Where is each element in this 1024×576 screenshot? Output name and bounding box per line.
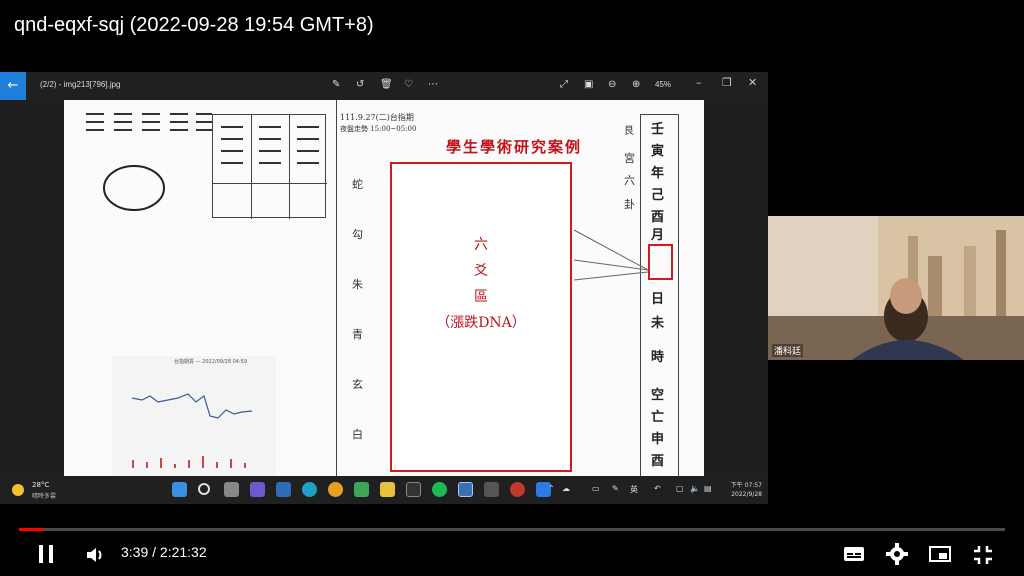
- speaker-icon[interactable]: 🔈: [690, 484, 700, 493]
- mail-icon[interactable]: [276, 482, 291, 497]
- hexagram-table: [212, 114, 327, 219]
- document-image: 111.9.27(二)台指期 夜盤走勢 15:00~05:00 學生學術研究案例…: [64, 100, 704, 476]
- palace-mark: 艮: [624, 126, 634, 137]
- date-char: 寅: [651, 144, 665, 159]
- search-icon[interactable]: [198, 483, 210, 495]
- file-name: (2/2) - img213[796].jpg: [40, 80, 121, 89]
- back-button[interactable]: ←: [0, 72, 26, 100]
- close-icon[interactable]: ✕: [748, 76, 757, 89]
- favorite-icon[interactable]: ♡: [404, 79, 413, 91]
- start-icon[interactable]: [172, 482, 187, 497]
- box-line: 六: [474, 237, 488, 253]
- delete-icon[interactable]: 🗑: [380, 79, 393, 91]
- taskbar-clock[interactable]: 下午 07:57 2022/9/28: [722, 481, 762, 499]
- connector-lines: [573, 229, 649, 281]
- edge-icon[interactable]: [302, 482, 317, 497]
- photo-viewer-toolbar: ← (2/2) - img213[796].jpg ✎ ↺ 🗑 ♡ ⋯ ⤢ ▣ …: [0, 72, 768, 100]
- subtitles-icon[interactable]: [842, 544, 866, 564]
- date-char: 年: [651, 166, 665, 181]
- rotate-icon[interactable]: ↺: [356, 79, 364, 91]
- zoom-level: 45%: [655, 80, 672, 89]
- webcam-scene: [768, 216, 1024, 360]
- price-chart-photo: 台指期貨 — 2022/09/28 04:59: [112, 356, 276, 476]
- zoom-in-icon[interactable]: ⊕: [632, 79, 640, 91]
- expand-icon[interactable]: ⤢: [560, 79, 568, 91]
- minimize-icon[interactable]: –: [696, 76, 702, 89]
- fit-icon[interactable]: ▣: [584, 79, 593, 91]
- date-char: 酉: [651, 454, 665, 469]
- app-icon[interactable]: [484, 482, 499, 497]
- beast-label: 蛇: [352, 178, 363, 191]
- windows-taskbar: 28°C 晴時多雲 ⌃ ☁ ▭ ✎ 英 ↶ ▢ 🔈 ▤ 下午 07:57 202…: [0, 476, 768, 504]
- meet-icon[interactable]: [354, 482, 369, 497]
- progress-bar[interactable]: [19, 528, 1005, 531]
- volume-icon[interactable]: [84, 544, 106, 566]
- participant-name: 潘科廷: [772, 344, 804, 357]
- pen-icon[interactable]: ✎: [612, 484, 619, 493]
- cloud-icon[interactable]: ☁: [562, 484, 570, 493]
- hexagram-sketches: [86, 113, 212, 211]
- webcam-feed: 潘科廷: [768, 216, 1024, 360]
- restore-icon[interactable]: ❐: [722, 76, 732, 89]
- clock-time: 下午 07:57: [730, 482, 762, 489]
- date-char: 壬: [651, 122, 665, 137]
- beast-label: 白: [352, 428, 363, 441]
- miniplayer-icon[interactable]: [928, 544, 952, 564]
- handwritten-subheader: 夜盤走勢 15:00~05:00: [340, 125, 417, 133]
- progress-fill: [19, 528, 45, 531]
- ime-indicator[interactable]: 英: [630, 484, 638, 495]
- photos-icon[interactable]: [458, 482, 473, 497]
- spotify-icon[interactable]: [432, 482, 447, 497]
- file-explorer-icon[interactable]: [380, 482, 395, 497]
- network-icon[interactable]: ▤: [704, 484, 712, 493]
- six-line-zone-box: 六 爻 區 （漲跌DNA）: [390, 162, 572, 472]
- app-icon[interactable]: [510, 482, 525, 497]
- date-char: 時: [651, 350, 665, 365]
- date-char: 亡: [651, 410, 665, 425]
- clock-date: 2022/9/28: [731, 491, 762, 498]
- beast-label: 青: [352, 328, 363, 341]
- edit-icon[interactable]: ✎: [332, 79, 340, 91]
- undo-icon[interactable]: ↶: [654, 484, 661, 493]
- palace-mark: 六: [624, 174, 635, 187]
- date-char: 空: [651, 388, 665, 403]
- chevron-up-icon[interactable]: ⌃: [548, 484, 555, 493]
- box-line: 爻: [474, 263, 488, 279]
- more-icon[interactable]: ⋯: [428, 79, 438, 91]
- date-char: 申: [651, 432, 665, 447]
- box-line: 區: [474, 289, 488, 305]
- settings-gear-icon[interactable]: [886, 543, 908, 565]
- beast-label: 朱: [352, 278, 363, 291]
- weather-temperature: 28°C: [32, 481, 50, 489]
- app-icon[interactable]: [406, 482, 421, 497]
- box-line: （漲跌DNA）: [436, 315, 526, 331]
- zoom-out-icon[interactable]: ⊖: [608, 79, 616, 91]
- chrome-icon[interactable]: [328, 482, 343, 497]
- pause-button[interactable]: [36, 542, 56, 566]
- display-icon[interactable]: ▢: [676, 484, 684, 493]
- battery-icon[interactable]: ▭: [592, 484, 600, 493]
- weather-description: 晴時多雲: [32, 493, 57, 500]
- teams-icon[interactable]: [250, 482, 265, 497]
- time-display: 3:39 / 2:21:32: [121, 544, 207, 560]
- palace-mark: 宮: [624, 152, 635, 165]
- beast-label: 勾: [352, 228, 363, 241]
- exit-fullscreen-icon[interactable]: [972, 544, 994, 566]
- task-view-icon[interactable]: [224, 482, 239, 497]
- case-title: 學生學術研究案例: [446, 138, 583, 156]
- weather-icon[interactable]: [12, 484, 24, 496]
- video-title: qnd-eqxf-sqj (2022-09-28 19:54 GMT+8): [14, 14, 374, 36]
- beast-label: 玄: [352, 378, 363, 391]
- shared-screen: ← (2/2) - img213[796].jpg ✎ ↺ 🗑 ♡ ⋯ ⤢ ▣ …: [0, 72, 768, 504]
- handwritten-header: 111.9.27(二)台指期: [340, 113, 414, 122]
